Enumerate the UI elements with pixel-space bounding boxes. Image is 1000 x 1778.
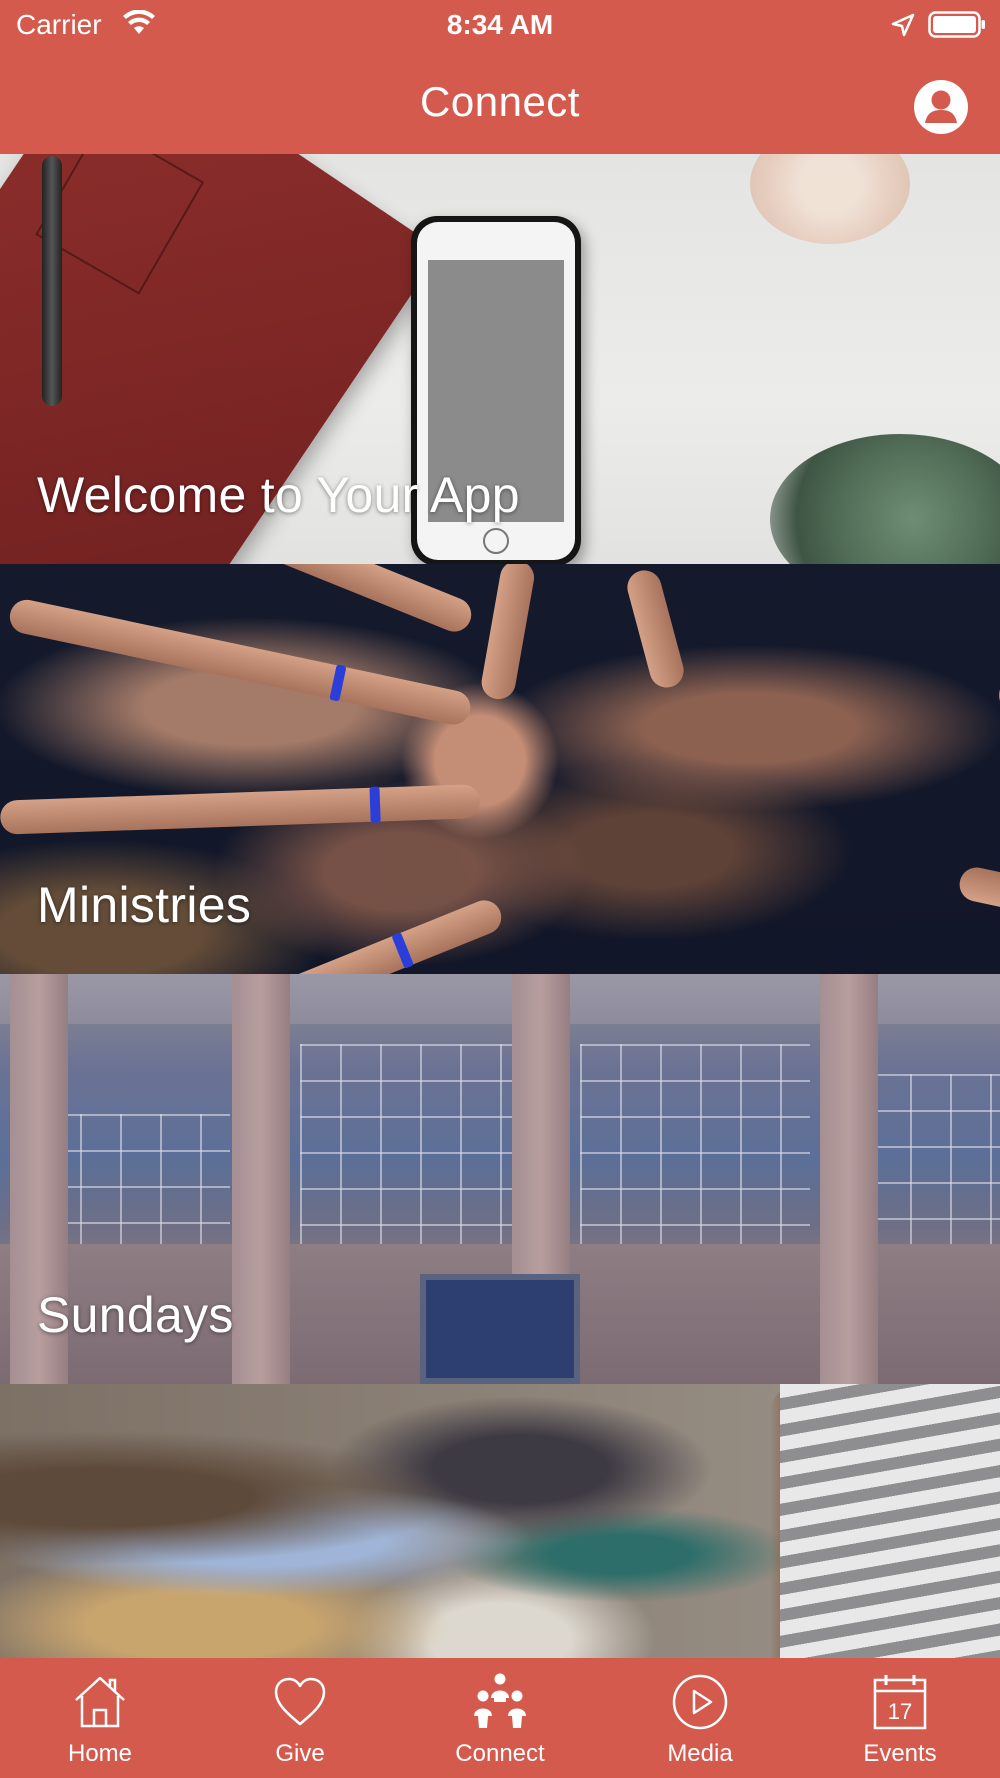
status-time: 8:34 AM bbox=[446, 9, 554, 40]
tile-sundays[interactable]: Sundays bbox=[0, 974, 1000, 1384]
tab-label: Events bbox=[863, 1740, 937, 1767]
tile-label: Sundays bbox=[37, 1287, 234, 1343]
page-title: Connect bbox=[420, 78, 580, 125]
tile-welcome[interactable]: Welcome to Your App bbox=[0, 154, 1000, 564]
tab-label: Home bbox=[67, 1740, 133, 1767]
heart-icon bbox=[274, 1677, 326, 1726]
pen-decoration bbox=[42, 156, 62, 406]
tab-home[interactable]: Home bbox=[0, 1658, 200, 1778]
cup-decoration bbox=[750, 154, 910, 244]
home-icon bbox=[75, 1676, 125, 1728]
tab-give[interactable]: Give bbox=[200, 1658, 400, 1778]
plant-decoration bbox=[770, 434, 1000, 564]
tile-label: Ministries bbox=[37, 877, 252, 933]
tile-label: Welcome to Your App bbox=[37, 467, 520, 523]
church-door bbox=[420, 1274, 580, 1384]
top-bar: Carrier 8:34 AM Connect bbox=[0, 0, 1000, 154]
calendar-icon: 17 bbox=[873, 1675, 927, 1730]
tab-connect[interactable]: Connect bbox=[400, 1658, 600, 1778]
tab-label: Media bbox=[667, 1740, 733, 1767]
status-bar: Carrier 8:34 AM bbox=[0, 0, 1000, 50]
calendar-day: 17 bbox=[888, 1699, 912, 1724]
tab-label: Connect bbox=[455, 1740, 545, 1767]
people-icon bbox=[474, 1673, 526, 1728]
play-icon bbox=[672, 1674, 728, 1730]
tab-bar: Home Give Connect Media 17 Events bbox=[0, 1658, 1000, 1778]
connect-tiles-list: Welcome to Your App Ministries Sundays bbox=[0, 154, 1000, 1658]
battery-icon bbox=[928, 11, 985, 38]
location-arrow-icon bbox=[891, 13, 915, 37]
tab-label: Give bbox=[275, 1740, 325, 1767]
user-profile-icon[interactable] bbox=[912, 78, 970, 136]
tab-media[interactable]: Media bbox=[600, 1658, 800, 1778]
tile-group-study[interactable] bbox=[0, 1384, 1000, 1658]
tile-ministries[interactable]: Ministries bbox=[0, 564, 1000, 974]
tab-events[interactable]: 17 Events bbox=[800, 1658, 1000, 1778]
